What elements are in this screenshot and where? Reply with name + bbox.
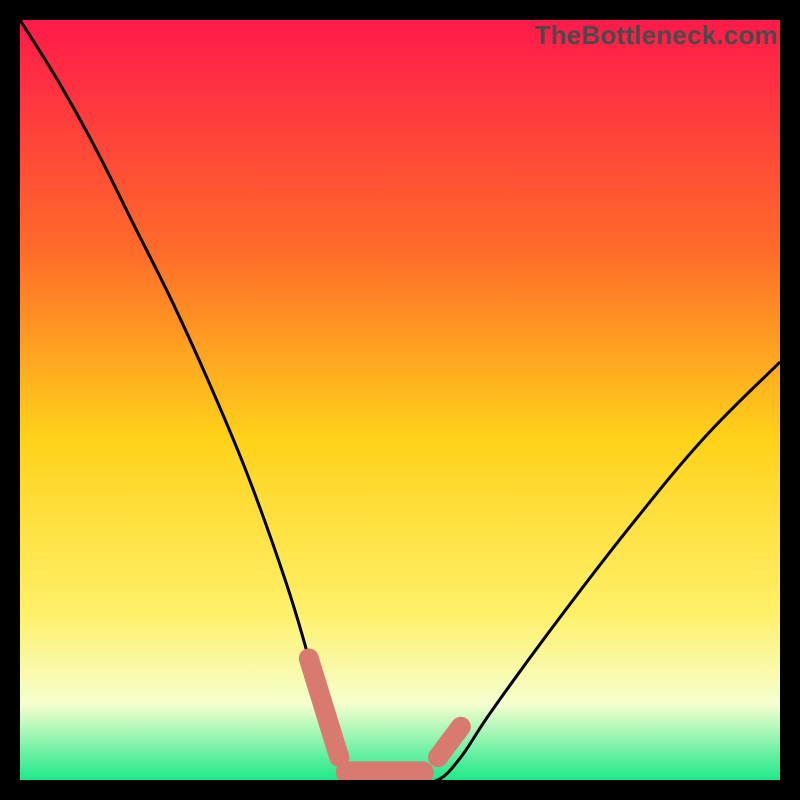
- gradient-background: [20, 20, 780, 780]
- bottleneck-chart: [20, 20, 780, 780]
- plot-area: [20, 20, 780, 780]
- watermark-text: TheBottleneck.com: [535, 20, 778, 51]
- chart-frame: TheBottleneck.com: [0, 0, 800, 800]
